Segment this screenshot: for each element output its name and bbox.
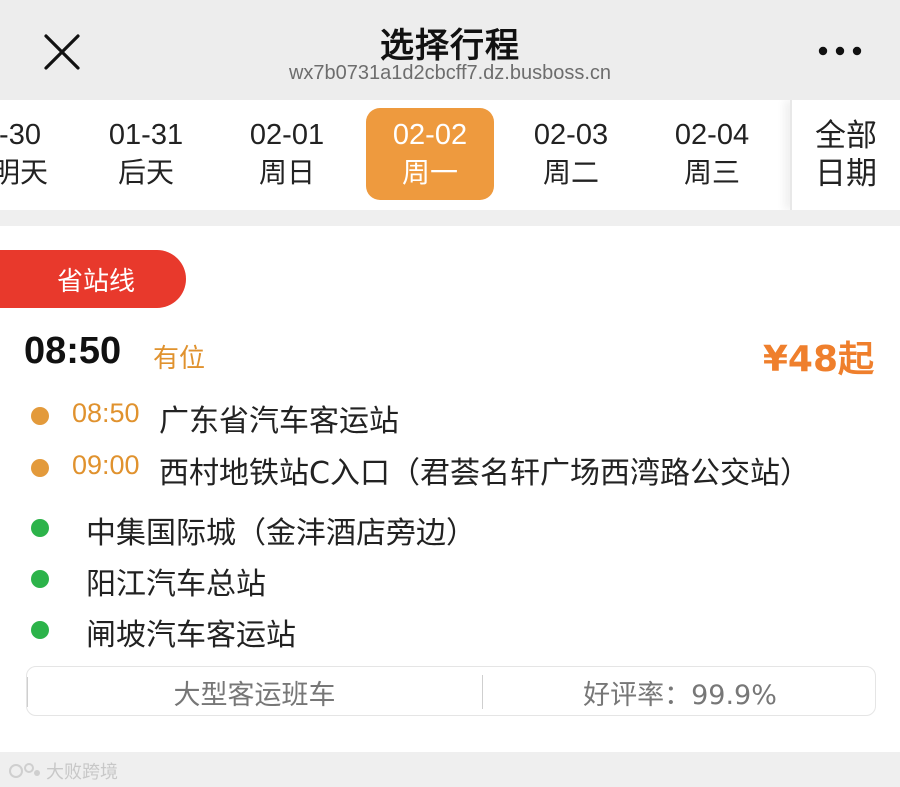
date-tab-01-30[interactable]: -30 明天 [0, 108, 84, 200]
all-dates-label-line2: 日期 [815, 156, 877, 192]
weekday-label: 后天 [117, 156, 174, 189]
date-tab-02-02-selected[interactable]: 02-02 周一 [366, 108, 494, 200]
weekday-label: 周一 [401, 156, 458, 189]
date-tab-01-31[interactable]: 01-31 后天 [82, 108, 210, 200]
date-label: 02-01 [249, 119, 325, 151]
more-dots-icon [818, 46, 862, 56]
date-tab-02-04[interactable]: 02-04 周三 [648, 108, 776, 200]
weekday-label: 周三 [683, 156, 740, 189]
all-dates-label-line1: 全部 [815, 118, 877, 154]
watermark-logo-icon [9, 763, 40, 778]
alighting-dot-icon [31, 519, 49, 537]
date-label: -30 [0, 119, 41, 151]
weekday-label: 明天 [0, 156, 48, 189]
boarding-dot-icon [31, 459, 49, 477]
alighting-stop: 阳江汽车总站 [0, 557, 900, 602]
all-dates-button[interactable]: 全部 日期 [790, 100, 900, 210]
boarding-dot-icon [31, 407, 49, 425]
page-title: 选择行程 [380, 26, 520, 66]
date-label: 02-04 [674, 119, 750, 151]
trip-card[interactable]: 省站线 08:50 有位 ¥48起 08:50 广东省汽车客运站 09:00 西… [0, 226, 900, 752]
stop-name: 阳江汽车总站 [86, 567, 266, 602]
stop-name: 广东省汽车客运站 [159, 404, 399, 439]
watermark: 大败跨境 [8, 758, 118, 784]
stop-name: 中集国际城（金沣酒店旁边） [86, 516, 476, 551]
stop-name: 西村地铁站C入口（君荟名轩广场西湾路公交站） [159, 456, 810, 491]
weekday-label: 周二 [542, 156, 599, 189]
trip-price: ¥48起 [762, 339, 874, 380]
stop-name: 闸坡汽车客运站 [86, 618, 296, 653]
bus-type-label: 大型客运班车 [173, 679, 336, 711]
rating-label: 好评率：99.9% [583, 679, 777, 711]
alighting-dot-icon [31, 621, 49, 639]
departure-time: 08:50 [24, 330, 122, 372]
watermark-text: 大败跨境 [46, 762, 118, 783]
alighting-dot-icon [31, 570, 49, 588]
boarding-stop: 09:00 西村地铁站C入口（君荟名轩广场西湾路公交站） [0, 446, 900, 491]
page-url: wx7b0731a1d2cbcff7.dz.busboss.cn [288, 62, 612, 84]
alighting-stop: 闸坡汽车客运站 [0, 608, 900, 653]
date-label: 01-31 [108, 119, 184, 151]
stop-time: 09:00 [72, 450, 140, 480]
date-label: 02-03 [533, 119, 609, 151]
date-tab-02-01[interactable]: 02-01 周日 [223, 108, 351, 200]
weekday-label: 周日 [258, 156, 315, 189]
route-type-badge: 省站线 [0, 250, 186, 308]
date-selector: -30 明天 01-31 后天 02-01 周日 02-02 周一 02-03 … [0, 100, 900, 210]
stop-time: 08:50 [72, 398, 140, 428]
date-label: 02-02 [392, 119, 468, 151]
trip-info-bar: 大型客运班车 好评率：99.9% [26, 666, 876, 716]
more-button[interactable] [816, 34, 864, 68]
nav-bar: 选择行程 wx7b0731a1d2cbcff7.dz.busboss.cn [0, 0, 900, 100]
date-tab-02-03[interactable]: 02-03 周二 [507, 108, 635, 200]
boarding-stop: 08:50 广东省汽车客运站 [0, 394, 900, 439]
alighting-stop: 中集国际城（金沣酒店旁边） [0, 506, 900, 551]
seat-availability: 有位 [153, 344, 206, 374]
